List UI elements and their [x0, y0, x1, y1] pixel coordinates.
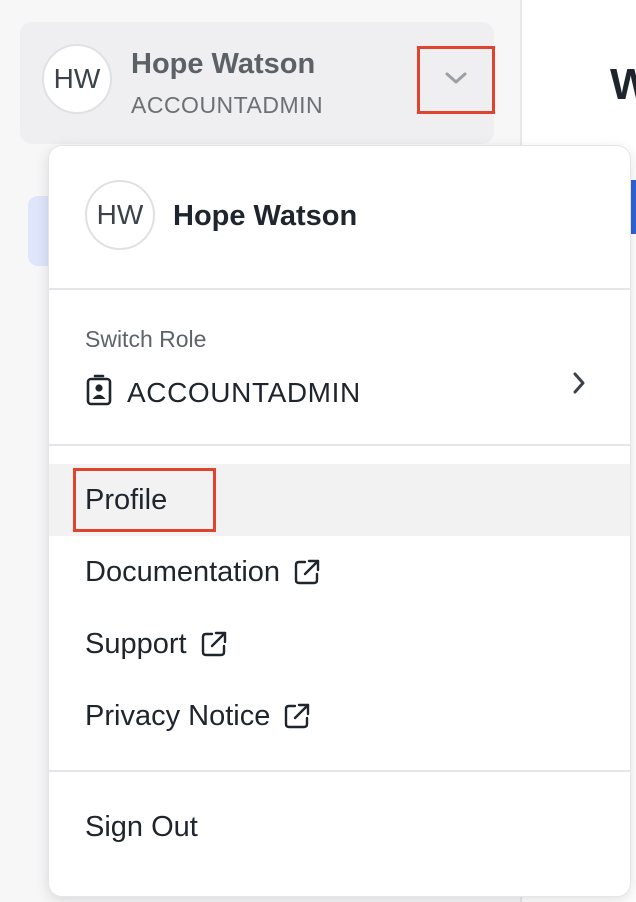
current-role-name: ACCOUNTADMIN	[127, 376, 361, 408]
switch-role-item[interactable]: Switch Role ACCOUNTADMIN	[49, 290, 630, 444]
current-role: ACCOUNTADMIN	[85, 374, 361, 411]
user-menu-chevron-button[interactable]	[417, 46, 495, 114]
menu-divider	[49, 444, 630, 446]
external-link-icon	[282, 701, 312, 731]
avatar-initials: HW	[96, 199, 144, 230]
user-role: ACCOUNTADMIN	[131, 92, 324, 118]
menu-item-label: Documentation	[85, 555, 281, 588]
user-name: Hope Watson	[131, 48, 316, 80]
id-badge-icon	[85, 374, 113, 411]
menu-user-name: Hope Watson	[173, 200, 358, 232]
menu-item-label: Support	[85, 627, 187, 660]
external-link-icon	[199, 629, 229, 659]
documentation-menu-item[interactable]: Documentation	[49, 536, 630, 608]
chevron-down-icon	[443, 70, 469, 91]
privacy-notice-menu-item[interactable]: Privacy Notice	[49, 680, 630, 752]
chevron-right-icon	[570, 370, 588, 401]
menu-item-label: Profile	[85, 483, 168, 516]
avatar-initials: HW	[53, 63, 101, 94]
menu-item-label: Privacy Notice	[85, 699, 271, 732]
user-menu-toggle[interactable]: HW Hope Watson ACCOUNTADMIN	[20, 22, 495, 144]
avatar: HW	[42, 44, 112, 114]
sign-out-menu-item[interactable]: Sign Out	[49, 791, 630, 863]
external-link-icon	[292, 557, 322, 587]
support-menu-item[interactable]: Support	[49, 608, 630, 680]
avatar: HW	[85, 180, 155, 250]
user-dropdown-menu: HW Hope Watson Switch Role ACCOUNTADMIN	[48, 145, 631, 897]
switch-role-label: Switch Role	[85, 326, 207, 352]
menu-item-label: Sign Out	[85, 810, 198, 843]
menu-user-header: HW Hope Watson	[49, 146, 630, 288]
profile-menu-item[interactable]: Profile	[49, 464, 630, 536]
page-title: W	[610, 60, 636, 109]
menu-divider	[49, 770, 630, 772]
